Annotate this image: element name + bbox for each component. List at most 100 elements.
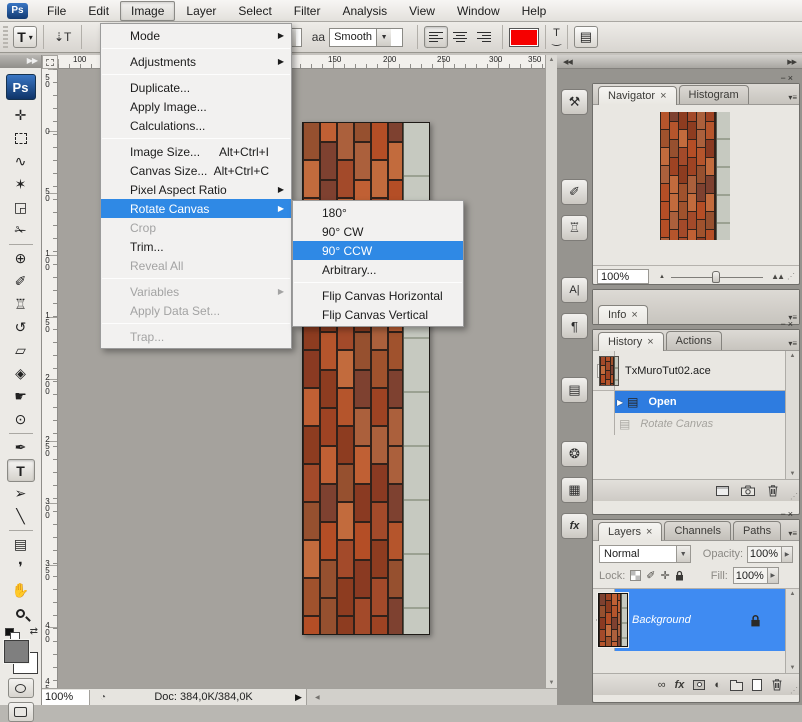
menu-item-apply-data-set[interactable]: Apply Data Set...: [101, 301, 291, 320]
ruler-vertical[interactable]: 50 0 50 100 150 200 250 300 350 400 450: [42, 69, 58, 688]
status-compass-icon[interactable]: ◔: [100, 692, 106, 703]
swatches-panel-button[interactable]: ▦: [561, 477, 588, 503]
clone-stamp-tool[interactable]: ♖: [7, 293, 35, 316]
smudge-tool[interactable]: ☛: [7, 385, 35, 408]
slice-tool[interactable]: ✁: [7, 219, 35, 242]
resize-grip[interactable]: ⋰: [787, 272, 795, 281]
clone-source-panel-button[interactable]: ♖: [561, 215, 588, 241]
layer-comps-panel-button[interactable]: ▤: [561, 377, 588, 403]
add-layer-mask-icon[interactable]: [693, 680, 705, 690]
delete-state-trash-icon[interactable]: [767, 484, 779, 497]
swap-colors-icon[interactable]: ⇄: [30, 626, 38, 637]
navigator-thumbnail[interactable]: [660, 112, 730, 240]
eyedropper-tool[interactable]: ❜: [7, 556, 35, 579]
scroll-left-icon[interactable]: ◀: [315, 694, 320, 701]
path-selection-tool[interactable]: ➢: [7, 482, 35, 505]
panel-menu-icon[interactable]: ▾≡: [788, 339, 797, 348]
quick-mask-button[interactable]: [8, 678, 34, 698]
ruler-origin[interactable]: [42, 55, 58, 69]
tab-close-icon[interactable]: ×: [660, 90, 666, 102]
tab-histogram[interactable]: Histogram: [679, 85, 749, 104]
menu-item-calculations[interactable]: Calculations...: [101, 116, 291, 135]
align-left-button[interactable]: [424, 26, 448, 48]
chevron-down-icon[interactable]: ▼: [376, 29, 391, 46]
fill-field[interactable]: 100% ▶: [733, 567, 779, 584]
warp-text-icon[interactable]: T ‿: [552, 30, 561, 44]
new-document-from-state-icon[interactable]: [716, 486, 729, 496]
chevron-down-icon[interactable]: ▼: [676, 546, 690, 562]
minimize-icon[interactable]: −: [780, 509, 787, 519]
tool-presets-panel-button[interactable]: ⚒: [561, 89, 588, 115]
menu-analysis[interactable]: Analysis: [331, 1, 398, 21]
layer-row-background[interactable]: Background: [593, 589, 785, 651]
notes-tool[interactable]: ▤: [7, 533, 35, 556]
menu-item-trap[interactable]: Trap...: [101, 327, 291, 346]
close-icon[interactable]: ×: [788, 319, 795, 329]
menu-item-mode[interactable]: Mode▶: [101, 26, 291, 45]
submenu-item-180[interactable]: 180°: [293, 203, 463, 222]
delete-layer-trash-icon[interactable]: [771, 678, 783, 691]
set-source-checkbox[interactable]: [593, 391, 615, 413]
menu-help[interactable]: Help: [511, 1, 558, 21]
menu-file[interactable]: File: [36, 1, 77, 21]
brush-tool[interactable]: ✐: [7, 270, 35, 293]
slider-thumb[interactable]: [712, 271, 720, 283]
zoom-in-icon[interactable]: ▲▲: [771, 272, 783, 281]
type-tool[interactable]: T: [7, 459, 35, 482]
tab-close-icon[interactable]: ×: [646, 526, 652, 538]
navigator-zoom-slider[interactable]: [671, 270, 763, 284]
dock-collapse-icon[interactable]: ◀◀: [563, 58, 572, 66]
vertical-scrollbar[interactable]: ▲ ▼: [545, 55, 557, 688]
document-image[interactable]: [302, 122, 430, 635]
submenu-item-90ccw[interactable]: 90° CCW: [293, 241, 463, 260]
submenu-item-90cw[interactable]: 90° CW: [293, 222, 463, 241]
scroll-down-icon[interactable]: ▼: [549, 680, 555, 686]
adjustment-layer-icon[interactable]: ◐: [714, 679, 721, 691]
scroll-up-icon[interactable]: ▲: [790, 591, 796, 597]
minimize-icon[interactable]: −: [780, 73, 787, 83]
menu-item-apply-image[interactable]: Apply Image...: [101, 97, 291, 116]
navigator-proxy-view[interactable]: [660, 112, 730, 240]
new-snapshot-camera-icon[interactable]: [741, 485, 755, 496]
zoom-out-icon[interactable]: ▲: [659, 274, 665, 280]
panel-menu-icon[interactable]: ▾≡: [788, 93, 797, 102]
move-tool[interactable]: ✛: [7, 104, 35, 127]
menu-item-duplicate[interactable]: Duplicate...: [101, 78, 291, 97]
paint-bucket-tool[interactable]: ◈: [7, 362, 35, 385]
align-center-button[interactable]: [448, 26, 472, 48]
set-source-checkbox[interactable]: [593, 413, 615, 435]
zoom-percent-field[interactable]: 100%: [42, 690, 90, 705]
menu-item-canvas-size[interactable]: Canvas Size...Alt+Ctrl+C: [101, 161, 291, 180]
lock-pixels-icon[interactable]: ✐: [646, 569, 655, 582]
history-state-rotate-canvas[interactable]: ▤ Rotate Canvas: [593, 413, 799, 435]
history-snapshot-row[interactable]: ↺ TxMuroTut02.ace: [593, 351, 785, 391]
minimize-icon[interactable]: −: [780, 319, 787, 329]
dodge-tool[interactable]: ⊙: [7, 408, 35, 431]
lock-all-icon[interactable]: [675, 570, 684, 581]
text-orientation-icon[interactable]: ⇣T: [54, 30, 71, 44]
tab-actions[interactable]: Actions: [666, 331, 722, 350]
layers-scrollbar[interactable]: ▲ ▼: [785, 589, 799, 673]
link-layers-icon[interactable]: ∞: [658, 679, 666, 691]
menu-item-pixel-aspect-ratio[interactable]: Pixel Aspect Ratio▶: [101, 180, 291, 199]
history-state-open[interactable]: ▶ ▤ Open: [593, 391, 799, 413]
default-colors-icon[interactable]: [5, 628, 14, 636]
tab-close-icon[interactable]: ×: [647, 336, 653, 348]
tab-paths[interactable]: Paths: [733, 521, 781, 540]
menu-item-reveal-all[interactable]: Reveal All: [101, 256, 291, 275]
horizontal-scrollbar[interactable]: ◀: [306, 689, 557, 705]
scroll-down-icon[interactable]: ▼: [790, 665, 796, 671]
new-group-folder-icon[interactable]: [730, 682, 743, 691]
menu-select[interactable]: Select: [227, 1, 282, 21]
toggle-palettes-button[interactable]: ▤: [574, 26, 598, 48]
close-icon[interactable]: ×: [788, 73, 795, 83]
spinner-icon[interactable]: ▶: [781, 547, 792, 562]
resize-grip[interactable]: ⋰: [790, 492, 798, 501]
opacity-field[interactable]: 100% ▶: [747, 546, 793, 563]
tab-channels[interactable]: Channels: [664, 521, 730, 540]
healing-brush-tool[interactable]: ⊕: [7, 247, 35, 270]
tool-preset-picker[interactable]: T ▾: [13, 26, 37, 48]
styles-panel-button[interactable]: fx: [561, 513, 588, 539]
menu-item-image-size[interactable]: Image Size...Alt+Ctrl+I: [101, 142, 291, 161]
spinner-icon[interactable]: ▶: [767, 568, 778, 583]
